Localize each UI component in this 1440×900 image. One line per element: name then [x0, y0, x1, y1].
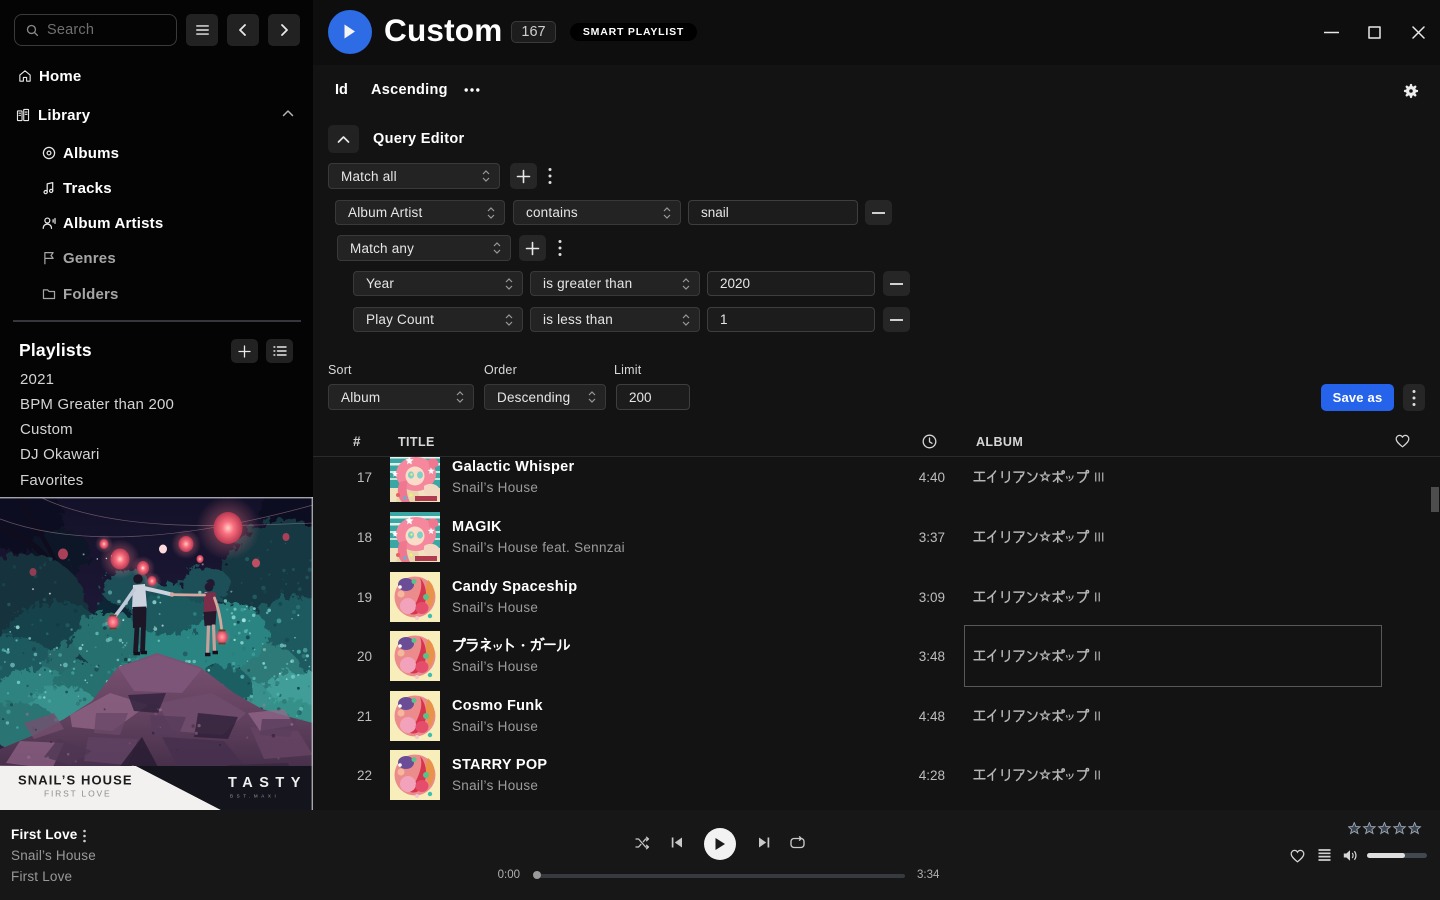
svg-text:III: III [1094, 530, 1104, 544]
svg-text:II: II [1094, 709, 1101, 723]
svg-text:TASTY: TASTY [228, 775, 307, 791]
svg-text:FIRST LOVE: FIRST LOVE [44, 789, 111, 799]
svg-text:II: II [1094, 590, 1101, 604]
svg-text:BST.MAXI: BST.MAXI [230, 794, 279, 799]
svg-text:III: III [1094, 470, 1104, 484]
svg-text:II: II [1094, 768, 1101, 782]
svg-text:SNAIL’S HOUSE: SNAIL’S HOUSE [18, 773, 133, 788]
